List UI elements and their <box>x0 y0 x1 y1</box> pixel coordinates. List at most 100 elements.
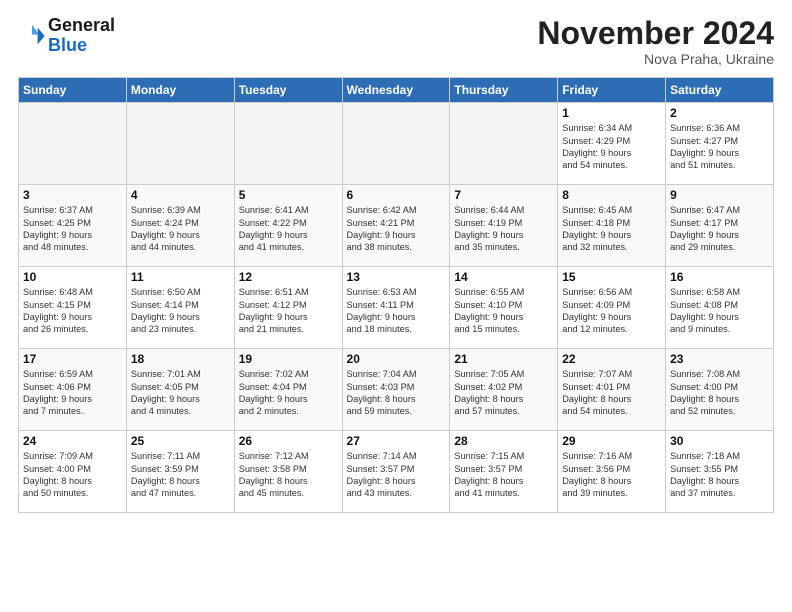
calendar-cell: 26Sunrise: 7:12 AM Sunset: 3:58 PM Dayli… <box>234 431 342 513</box>
calendar-header-row: SundayMondayTuesdayWednesdayThursdayFrid… <box>19 78 774 103</box>
day-number: 13 <box>347 270 446 284</box>
logo-icon <box>18 22 46 50</box>
calendar-cell: 8 Sunrise: 6:45 AM Sunset: 4:18 PM Daylig… <box>558 185 666 267</box>
calendar-table: SundayMondayTuesdayWednesdayThursdayFrid… <box>18 77 774 513</box>
day-info: Sunrise: 7:15 AM Sunset: 3:57 PM Dayligh… <box>454 450 553 500</box>
calendar-cell: 21 Sunrise: 7:05 AM Sunset: 4:02 PM Dayli… <box>450 349 558 431</box>
day-number: 25 <box>131 434 230 448</box>
calendar-cell: 20 Sunrise: 7:04 AM Sunset: 4:03 PM Dayli… <box>342 349 450 431</box>
calendar-cell: 11 Sunrise: 6:50 AM Sunset: 4:14 PM Dayli… <box>126 267 234 349</box>
day-number: 15 <box>562 270 661 284</box>
calendar-cell: 27Sunrise: 7:14 AM Sunset: 3:57 PM Dayli… <box>342 431 450 513</box>
calendar-cell: 12 Sunrise: 6:51 AM Sunset: 4:12 PM Dayli… <box>234 267 342 349</box>
day-info: Sunrise: 6:44 AM Sunset: 4:19 PM Dayligh… <box>454 204 553 254</box>
weekday-header: Tuesday <box>234 78 342 103</box>
day-info: Sunrise: 7:05 AM Sunset: 4:02 PM Dayligh… <box>454 368 553 418</box>
calendar-cell: 4 Sunrise: 6:39 AM Sunset: 4:24 PM Daylig… <box>126 185 234 267</box>
calendar-cell: 16 Sunrise: 6:58 AM Sunset: 4:08 PM Dayli… <box>666 267 774 349</box>
day-number: 7 <box>454 188 553 202</box>
day-info: Sunrise: 6:48 AM Sunset: 4:15 PM Dayligh… <box>23 286 122 336</box>
day-info: Sunrise: 6:37 AM Sunset: 4:25 PM Dayligh… <box>23 204 122 254</box>
calendar-week-row: 10Sunrise: 6:48 AM Sunset: 4:15 PM Dayli… <box>19 267 774 349</box>
calendar-cell: 10Sunrise: 6:48 AM Sunset: 4:15 PM Dayli… <box>19 267 127 349</box>
day-info: Sunrise: 7:01 AM Sunset: 4:05 PM Dayligh… <box>131 368 230 418</box>
day-info: Sunrise: 6:45 AM Sunset: 4:18 PM Dayligh… <box>562 204 661 254</box>
day-number: 23 <box>670 352 769 366</box>
title-section: November 2024 Nova Praha, Ukraine <box>537 16 774 67</box>
day-info: Sunrise: 7:09 AM Sunset: 4:00 PM Dayligh… <box>23 450 122 500</box>
weekday-header: Wednesday <box>342 78 450 103</box>
day-info: Sunrise: 6:34 AM Sunset: 4:29 PM Dayligh… <box>562 122 661 172</box>
logo-blue: Blue <box>48 35 87 55</box>
calendar-cell <box>19 103 127 185</box>
calendar-cell: 22Sunrise: 7:07 AM Sunset: 4:01 PM Dayli… <box>558 349 666 431</box>
day-info: Sunrise: 6:39 AM Sunset: 4:24 PM Dayligh… <box>131 204 230 254</box>
day-number: 19 <box>239 352 338 366</box>
calendar-cell: 19Sunrise: 7:02 AM Sunset: 4:04 PM Dayli… <box>234 349 342 431</box>
calendar-cell: 30 Sunrise: 7:18 AM Sunset: 3:55 PM Dayli… <box>666 431 774 513</box>
day-info: Sunrise: 6:47 AM Sunset: 4:17 PM Dayligh… <box>670 204 769 254</box>
day-info: Sunrise: 7:16 AM Sunset: 3:56 PM Dayligh… <box>562 450 661 500</box>
calendar-cell: 15 Sunrise: 6:56 AM Sunset: 4:09 PM Dayli… <box>558 267 666 349</box>
day-number: 8 <box>562 188 661 202</box>
calendar-week-row: 24 Sunrise: 7:09 AM Sunset: 4:00 PM Dayli… <box>19 431 774 513</box>
weekday-header: Sunday <box>19 78 127 103</box>
calendar-cell: 9 Sunrise: 6:47 AM Sunset: 4:17 PM Daylig… <box>666 185 774 267</box>
day-number: 4 <box>131 188 230 202</box>
day-info: Sunrise: 6:56 AM Sunset: 4:09 PM Dayligh… <box>562 286 661 336</box>
day-info: Sunrise: 6:50 AM Sunset: 4:14 PM Dayligh… <box>131 286 230 336</box>
calendar-cell: 3 Sunrise: 6:37 AM Sunset: 4:25 PM Daylig… <box>19 185 127 267</box>
day-info: Sunrise: 7:04 AM Sunset: 4:03 PM Dayligh… <box>347 368 446 418</box>
day-info: Sunrise: 7:18 AM Sunset: 3:55 PM Dayligh… <box>670 450 769 500</box>
day-number: 30 <box>670 434 769 448</box>
calendar-cell: 13 Sunrise: 6:53 AM Sunset: 4:11 PM Dayli… <box>342 267 450 349</box>
calendar-cell <box>342 103 450 185</box>
day-number: 9 <box>670 188 769 202</box>
day-number: 22 <box>562 352 661 366</box>
calendar-cell: 2 Sunrise: 6:36 AM Sunset: 4:27 PM Daylig… <box>666 103 774 185</box>
calendar-cell <box>450 103 558 185</box>
logo-general: General <box>48 15 115 35</box>
day-info: Sunrise: 6:51 AM Sunset: 4:12 PM Dayligh… <box>239 286 338 336</box>
calendar-cell: 18 Sunrise: 7:01 AM Sunset: 4:05 PM Dayli… <box>126 349 234 431</box>
day-number: 6 <box>347 188 446 202</box>
day-info: Sunrise: 7:14 AM Sunset: 3:57 PM Dayligh… <box>347 450 446 500</box>
day-info: Sunrise: 7:11 AM Sunset: 3:59 PM Dayligh… <box>131 450 230 500</box>
day-info: Sunrise: 6:42 AM Sunset: 4:21 PM Dayligh… <box>347 204 446 254</box>
day-number: 11 <box>131 270 230 284</box>
day-number: 20 <box>347 352 446 366</box>
weekday-header: Thursday <box>450 78 558 103</box>
day-number: 5 <box>239 188 338 202</box>
calendar-cell: 1Sunrise: 6:34 AM Sunset: 4:29 PM Daylig… <box>558 103 666 185</box>
day-number: 21 <box>454 352 553 366</box>
month-title: November 2024 <box>537 16 774 51</box>
calendar-cell: 5 Sunrise: 6:41 AM Sunset: 4:22 PM Daylig… <box>234 185 342 267</box>
day-info: Sunrise: 6:55 AM Sunset: 4:10 PM Dayligh… <box>454 286 553 336</box>
calendar-cell: 29 Sunrise: 7:16 AM Sunset: 3:56 PM Dayli… <box>558 431 666 513</box>
header: General Blue November 2024 Nova Praha, U… <box>18 16 774 67</box>
calendar-cell: 17Sunrise: 6:59 AM Sunset: 4:06 PM Dayli… <box>19 349 127 431</box>
day-info: Sunrise: 6:36 AM Sunset: 4:27 PM Dayligh… <box>670 122 769 172</box>
day-number: 16 <box>670 270 769 284</box>
calendar-cell <box>126 103 234 185</box>
day-number: 29 <box>562 434 661 448</box>
calendar-cell: 6 Sunrise: 6:42 AM Sunset: 4:21 PM Daylig… <box>342 185 450 267</box>
calendar-cell: 24 Sunrise: 7:09 AM Sunset: 4:00 PM Dayli… <box>19 431 127 513</box>
calendar-cell: 23Sunrise: 7:08 AM Sunset: 4:00 PM Dayli… <box>666 349 774 431</box>
day-info: Sunrise: 6:41 AM Sunset: 4:22 PM Dayligh… <box>239 204 338 254</box>
location: Nova Praha, Ukraine <box>537 51 774 67</box>
day-number: 17 <box>23 352 122 366</box>
day-number: 12 <box>239 270 338 284</box>
logo: General Blue <box>18 16 115 56</box>
calendar-cell: 14Sunrise: 6:55 AM Sunset: 4:10 PM Dayli… <box>450 267 558 349</box>
day-number: 26 <box>239 434 338 448</box>
day-number: 24 <box>23 434 122 448</box>
day-info: Sunrise: 6:58 AM Sunset: 4:08 PM Dayligh… <box>670 286 769 336</box>
day-number: 18 <box>131 352 230 366</box>
calendar-cell: 28Sunrise: 7:15 AM Sunset: 3:57 PM Dayli… <box>450 431 558 513</box>
calendar-cell: 7 Sunrise: 6:44 AM Sunset: 4:19 PM Daylig… <box>450 185 558 267</box>
weekday-header: Friday <box>558 78 666 103</box>
day-number: 3 <box>23 188 122 202</box>
day-info: Sunrise: 6:53 AM Sunset: 4:11 PM Dayligh… <box>347 286 446 336</box>
day-number: 2 <box>670 106 769 120</box>
